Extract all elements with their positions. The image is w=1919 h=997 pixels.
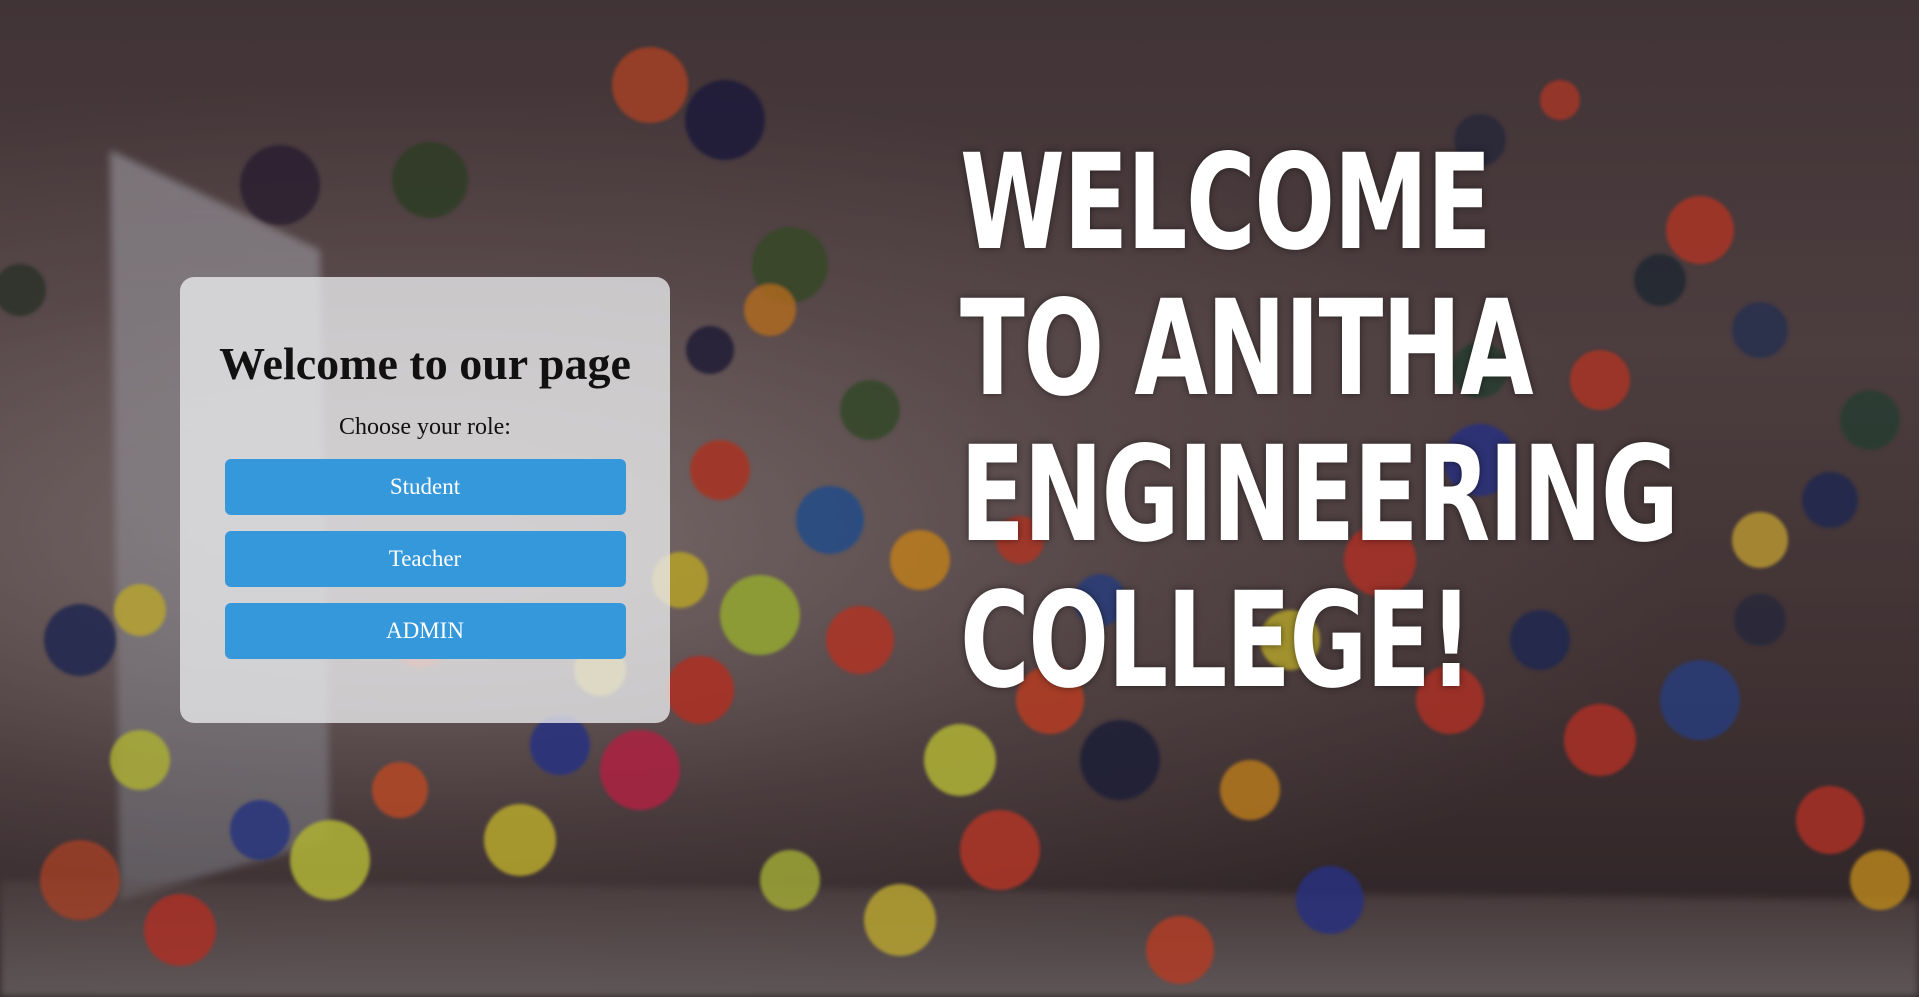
admin-button[interactable]: ADMIN [224, 602, 626, 659]
student-button[interactable]: Student [224, 458, 626, 515]
teacher-button[interactable]: Teacher [224, 530, 626, 587]
role-prompt: Choose your role: [339, 413, 511, 440]
card-title: Welcome to our page [219, 338, 631, 389]
college-welcome-headline: WELCOME TO ANITHA ENGINEERING COLLEGE! [960, 126, 1679, 718]
role-selection-card: Welcome to our page Choose your role: St… [180, 277, 670, 723]
